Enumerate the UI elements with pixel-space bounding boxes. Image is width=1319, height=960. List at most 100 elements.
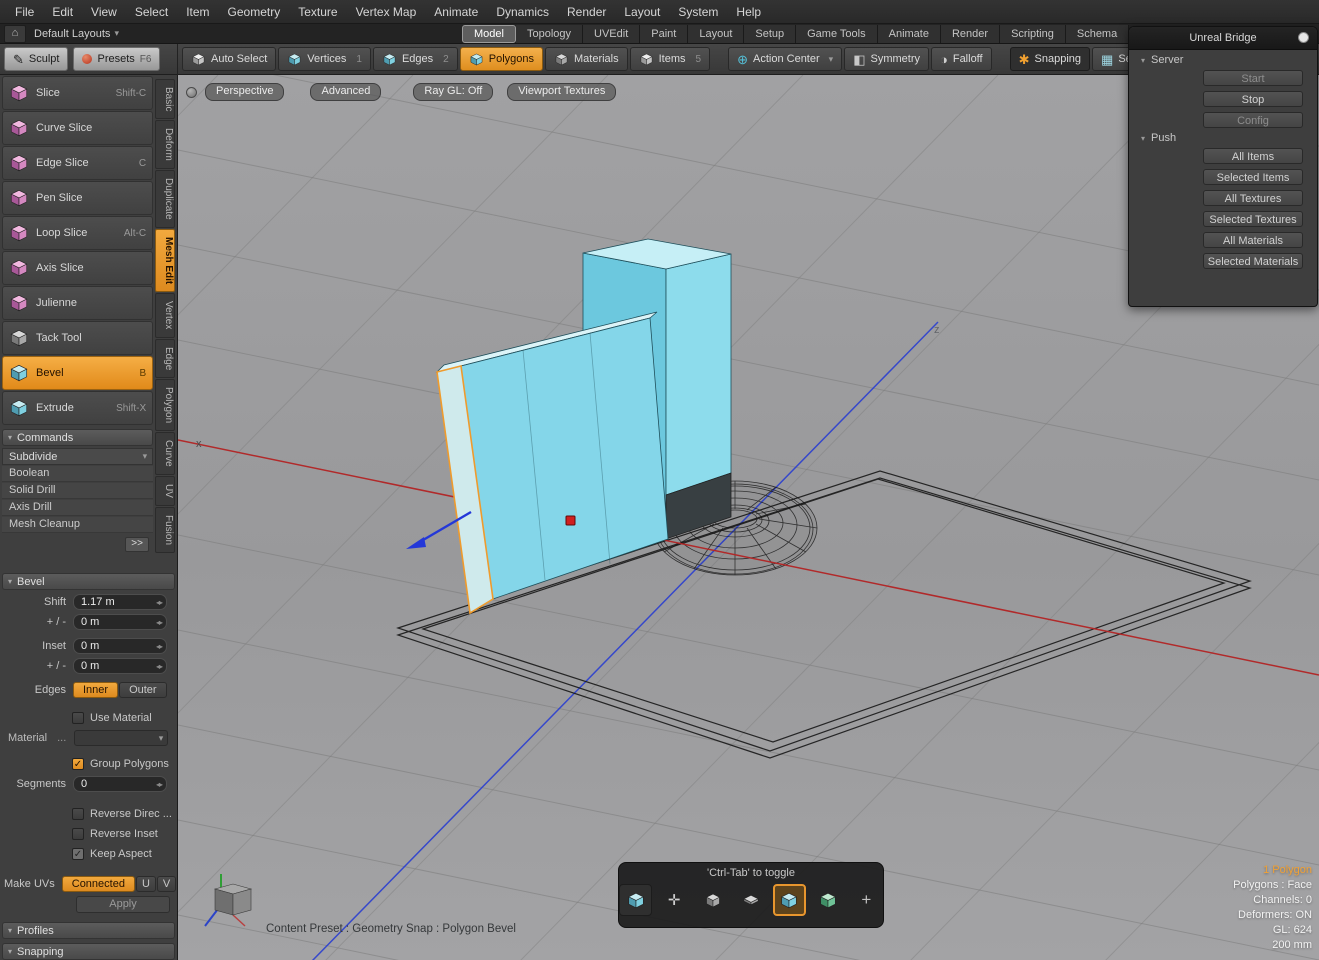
keep-aspect-checkbox[interactable]: ✓ (72, 848, 84, 860)
apply-button[interactable]: Apply (76, 896, 170, 913)
menu-select[interactable]: Select (126, 0, 177, 24)
spinner-icon[interactable]: ◂▸ (156, 780, 166, 789)
tool-tab-polygon[interactable]: Polygon (155, 379, 175, 431)
tool-tab-duplicate[interactable]: Duplicate (155, 170, 175, 228)
reverse-inset-checkbox[interactable]: ✓ (72, 828, 84, 840)
server-start-button[interactable]: Start (1203, 70, 1303, 86)
falloff-button[interactable]: ◑ Falloff (931, 47, 992, 71)
tool-axis-slice[interactable]: Axis Slice (2, 251, 153, 285)
menu-texture[interactable]: Texture (289, 0, 346, 24)
inset-input[interactable]: 0 m ◂▸ (73, 638, 167, 654)
tab-render[interactable]: Render (941, 25, 1000, 43)
server-config-button[interactable]: Config (1203, 112, 1303, 128)
subdivide-dropdown[interactable]: Subdivide ▾ (2, 448, 153, 465)
tool-julienne[interactable]: Julienne (2, 286, 153, 320)
add-mode-slot-button[interactable]: + (850, 884, 883, 916)
tool-bevel[interactable]: Bevel B (2, 356, 153, 390)
tool-tab-fusion[interactable]: Fusion (155, 507, 175, 553)
mode-slot-slab[interactable] (734, 884, 767, 916)
command-mesh-cleanup[interactable]: Mesh Cleanup (2, 517, 153, 533)
menu-layout[interactable]: Layout (615, 0, 669, 24)
tab-paint[interactable]: Paint (640, 25, 688, 43)
default-layouts-dropdown[interactable]: Default Layouts (34, 28, 110, 40)
shift-input[interactable]: 1.17 m ◂▸ (73, 594, 167, 610)
tool-tab-vertex[interactable]: Vertex (155, 293, 175, 337)
spinner-icon[interactable]: ◂▸ (156, 598, 166, 607)
tool-tack-tool[interactable]: Tack Tool (2, 321, 153, 355)
tab-setup[interactable]: Setup (744, 25, 796, 43)
commands-panel-header[interactable]: ▾ Commands (2, 429, 153, 446)
menu-view[interactable]: View (82, 0, 126, 24)
auto-select-button[interactable]: Auto Select (182, 47, 276, 71)
spinner-icon[interactable]: ◂▸ (156, 662, 166, 671)
menu-edit[interactable]: Edit (43, 0, 82, 24)
server-section-header[interactable]: ▾ Server (1129, 50, 1317, 70)
menu-dynamics[interactable]: Dynamics (487, 0, 558, 24)
inset-plusminus-input[interactable]: 0 m ◂▸ (73, 658, 167, 674)
make-uvs-v-toggle[interactable]: V (157, 876, 176, 892)
tool-tab-curve[interactable]: Curve (155, 432, 175, 475)
push-selected-materials-button[interactable]: Selected Materials (1203, 253, 1303, 269)
tab-animate[interactable]: Animate (878, 25, 941, 43)
tool-handle-red[interactable] (566, 516, 575, 525)
polygons-mode-button[interactable]: Polygons (460, 47, 543, 71)
tool-tab-edge[interactable]: Edge (155, 339, 175, 378)
presets-button[interactable]: Presets F6 (73, 47, 160, 71)
menu-animate[interactable]: Animate (425, 0, 487, 24)
bevel-panel-header[interactable]: ▾ Bevel (2, 573, 175, 590)
panel-pin-button[interactable] (1298, 32, 1309, 43)
make-uvs-connected-toggle[interactable]: Connected (62, 876, 135, 892)
materials-mode-button[interactable]: Materials (545, 47, 628, 71)
tool-curve-slice[interactable]: Curve Slice (2, 111, 153, 145)
advanced-button[interactable]: Advanced (310, 83, 381, 101)
spinner-icon[interactable]: ◂▸ (156, 618, 166, 627)
shift-plusminus-input[interactable]: 0 m ◂▸ (73, 614, 167, 630)
commands-more-button[interactable]: >> (125, 537, 149, 552)
push-selected-textures-button[interactable]: Selected Textures (1203, 211, 1303, 227)
mode-slot-topology[interactable] (696, 884, 729, 916)
menu-help[interactable]: Help (727, 0, 770, 24)
push-selected-items-button[interactable]: Selected Items (1203, 169, 1303, 185)
tool-pen-slice[interactable]: Pen Slice (2, 181, 153, 215)
group-polygons-checkbox[interactable]: ✓ (72, 758, 84, 770)
menu-render[interactable]: Render (558, 0, 615, 24)
viewport-textures-button[interactable]: Viewport Textures (507, 83, 616, 101)
edges-mode-button[interactable]: Edges 2 (373, 47, 458, 71)
mode-slot-item[interactable] (811, 884, 844, 916)
command-boolean[interactable]: Boolean (2, 466, 153, 482)
tool-extrude[interactable]: Extrude Shift-X (2, 391, 153, 425)
push-all-materials-button[interactable]: All Materials (1203, 232, 1303, 248)
menu-item[interactable]: Item (177, 0, 218, 24)
tab-game-tools[interactable]: Game Tools (796, 25, 878, 43)
tab-scripting[interactable]: Scripting (1000, 25, 1066, 43)
command-axis-drill[interactable]: Axis Drill (2, 500, 153, 516)
ray-gl-button[interactable]: Ray GL: Off (413, 83, 493, 101)
tab-layout[interactable]: Layout (688, 25, 744, 43)
menu-geometry[interactable]: Geometry (219, 0, 290, 24)
tab-uvedit[interactable]: UVEdit (583, 25, 640, 43)
symmetry-button[interactable]: ◧ Symmetry (844, 47, 929, 71)
mode-slot-model[interactable] (619, 884, 652, 916)
sculpt-button[interactable]: ✎ Sculpt (4, 47, 68, 71)
tab-model[interactable]: Model (462, 25, 516, 43)
tool-tab-mesh-edit[interactable]: Mesh Edit (155, 229, 175, 292)
use-material-checkbox[interactable]: ✓ (72, 712, 84, 724)
profiles-panel-header[interactable]: ▾ Profiles (2, 922, 175, 939)
tool-tab-basic[interactable]: Basic (155, 79, 175, 119)
tab-schematic[interactable]: Schema (1066, 25, 1129, 43)
segments-input[interactable]: 0 ◂▸ (73, 776, 167, 792)
mode-slot-setup[interactable]: ✛ (657, 884, 690, 916)
reverse-direction-checkbox[interactable]: ✓ (72, 808, 84, 820)
command-solid-drill[interactable]: Solid Drill (2, 483, 153, 499)
material-dropdown[interactable]: ▾ (74, 730, 168, 746)
push-all-textures-button[interactable]: All Textures (1203, 190, 1303, 206)
edges-inner-toggle[interactable]: Inner (73, 682, 118, 698)
server-stop-button[interactable]: Stop (1203, 91, 1303, 107)
action-center-button[interactable]: ⊕ Action Center ▾ (728, 47, 842, 71)
menu-system[interactable]: System (669, 0, 727, 24)
tool-slice[interactable]: Slice Shift-C (2, 76, 153, 110)
mode-slot-mesh-edit-active[interactable] (773, 884, 806, 916)
layouts-home-icon[interactable]: ⌂ (4, 25, 26, 43)
push-section-header[interactable]: ▾ Push (1129, 128, 1317, 148)
push-all-items-button[interactable]: All Items (1203, 148, 1303, 164)
